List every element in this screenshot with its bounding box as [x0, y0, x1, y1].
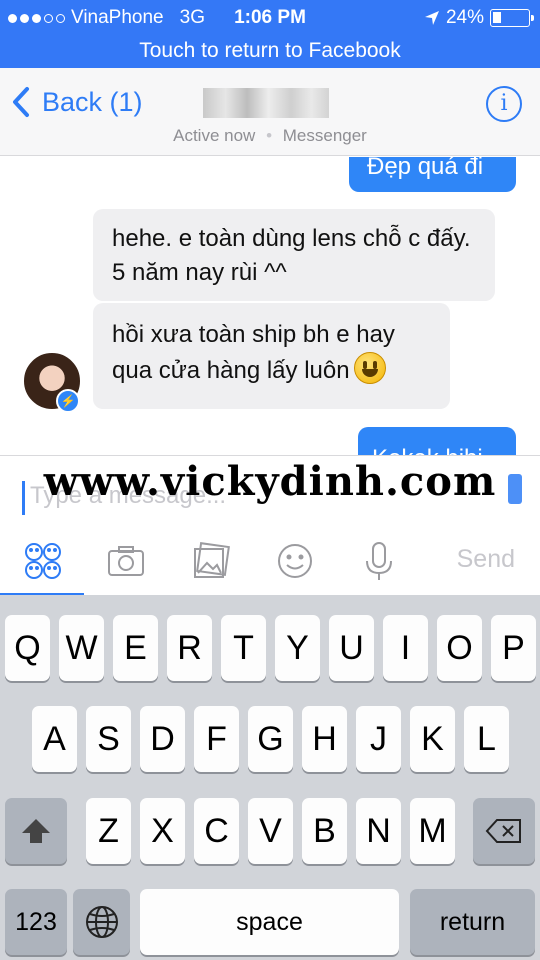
return-to-facebook-banner[interactable]: Touch to return to Facebook	[0, 36, 540, 68]
message-list[interactable]: Đẹp quá đi hehe. e toàn dùng lens chỗ c …	[0, 157, 540, 455]
watermark-text: www.vickydinh.com	[43, 458, 497, 505]
return-key[interactable]: return	[410, 889, 535, 955]
send-button[interactable]: Send	[457, 545, 515, 574]
key-i[interactable]: I	[383, 615, 428, 681]
key-t[interactable]: T	[221, 615, 266, 681]
status-bar: VinaPhone 3G 1:06 PM 24%	[0, 0, 540, 36]
microphone-icon[interactable]	[357, 539, 401, 583]
key-q[interactable]: Q	[5, 615, 50, 681]
key-s[interactable]: S	[86, 706, 131, 772]
key-x[interactable]: X	[140, 798, 185, 864]
stickers-icon[interactable]	[21, 539, 65, 583]
composer: Type a message... www.vickydinh.com Send	[0, 455, 540, 596]
key-j[interactable]: J	[356, 706, 401, 772]
key-b[interactable]: B	[302, 798, 347, 864]
key-y[interactable]: Y	[275, 615, 320, 681]
conversation-header: Back (1) Active now • Messenger i	[0, 68, 540, 156]
key-f[interactable]: F	[194, 706, 239, 772]
key-d[interactable]: D	[140, 706, 185, 772]
emoji-icon[interactable]	[273, 539, 317, 583]
key-a[interactable]: A	[32, 706, 77, 772]
back-label: Back (1)	[42, 86, 143, 117]
shift-icon	[22, 819, 50, 843]
key-m[interactable]: M	[410, 798, 455, 864]
globe-icon	[85, 906, 118, 938]
photos-icon[interactable]	[189, 539, 233, 583]
location-arrow-icon	[424, 11, 439, 25]
composer-toolbar: Send	[0, 531, 540, 596]
key-n[interactable]: N	[356, 798, 401, 864]
battery-icon	[490, 9, 534, 27]
globe-key[interactable]	[73, 889, 130, 955]
keyboard: Q W E R T Y U I O P A S D F G H J K L Z …	[0, 595, 540, 960]
battery-percent: 24%	[445, 7, 484, 28]
presence-subtitle: Active now • Messenger	[173, 126, 367, 145]
back-button[interactable]: Back (1)	[12, 86, 143, 118]
smiley-emoji-icon	[353, 352, 386, 384]
app-label: Messenger	[282, 126, 367, 145]
key-c[interactable]: C	[194, 798, 239, 864]
key-p[interactable]: P	[491, 615, 536, 681]
message-bubble-outgoing[interactable]: Đẹp quá đi	[349, 157, 516, 192]
key-g[interactable]: G	[248, 706, 293, 772]
key-o[interactable]: O	[437, 615, 482, 681]
message-bubble-incoming[interactable]: hồi xưa toàn ship bh e hay qua cửa hàng …	[93, 303, 450, 409]
chevron-left-icon	[13, 87, 29, 117]
space-key[interactable]: space	[140, 889, 399, 955]
info-icon[interactable]: i	[486, 86, 522, 122]
delete-icon	[485, 819, 521, 843]
key-u[interactable]: U	[329, 615, 374, 681]
shift-key[interactable]	[5, 798, 67, 864]
key-h[interactable]: H	[302, 706, 347, 772]
message-text: hồi xưa toàn ship bh e hay qua cửa hàng …	[112, 321, 395, 384]
key-k[interactable]: K	[410, 706, 455, 772]
messenger-badge-icon: ⚡	[56, 389, 80, 413]
delete-key[interactable]	[473, 798, 535, 864]
contact-name-blurred	[203, 88, 329, 118]
key-z[interactable]: Z	[86, 798, 131, 864]
numbers-key[interactable]: 123	[5, 889, 67, 955]
message-bubble-outgoing[interactable]: Kekek hihi	[358, 427, 516, 455]
key-v[interactable]: V	[248, 798, 293, 864]
status-area: VinaPhone 3G 1:06 PM 24% Touch to return…	[0, 0, 540, 68]
key-l[interactable]: L	[464, 706, 509, 772]
camera-icon[interactable]	[104, 539, 148, 583]
active-status: Active now	[173, 126, 256, 145]
key-w[interactable]: W	[59, 615, 104, 681]
key-e[interactable]: E	[113, 615, 158, 681]
message-bubble-incoming[interactable]: hehe. e toàn dùng lens chỗ c đấy. 5 năm …	[93, 209, 495, 301]
key-r[interactable]: R	[167, 615, 212, 681]
